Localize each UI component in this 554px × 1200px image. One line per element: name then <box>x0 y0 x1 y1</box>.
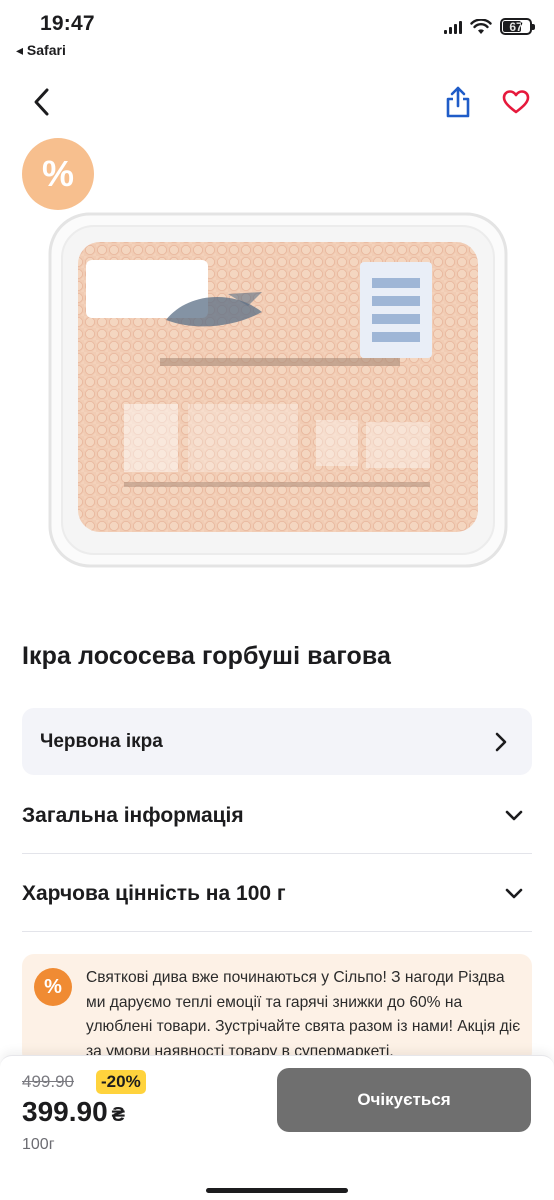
promo-percent-icon: % <box>34 968 72 1006</box>
home-indicator <box>206 1188 348 1193</box>
promo-text: Святкові дива вже починаються у Сільпо! … <box>86 969 521 1060</box>
chevron-down-icon <box>505 888 523 899</box>
back-button[interactable] <box>24 84 60 120</box>
price-value: 399.90 <box>22 1096 108 1127</box>
favorite-button[interactable] <box>498 84 534 120</box>
product-title: Ікра лососева горбуші вагова <box>22 642 392 670</box>
battery-icon: 67 <box>500 18 535 35</box>
wifi-icon <box>470 18 492 34</box>
general-info-accordion[interactable]: Загальна інформація <box>22 796 532 836</box>
chevron-right-icon <box>495 732 507 751</box>
price-bar: 499.90 -20% 399.90 ₴ 100г Очікується <box>0 1055 554 1200</box>
nutrition-accordion[interactable]: Харчова цінність на 100 г <box>22 874 532 914</box>
divider <box>22 853 532 854</box>
old-price: 499.90 <box>22 1072 74 1091</box>
share-button[interactable] <box>440 84 476 120</box>
share-icon <box>446 86 470 118</box>
status-time: 19:47 <box>40 12 95 35</box>
heart-icon <box>502 90 530 114</box>
signal-icon <box>444 20 462 34</box>
current-price: 399.90 ₴ <box>22 1096 125 1128</box>
discount-badge: % <box>22 138 94 210</box>
status-bar: 19:47 ◂ Safari 67 <box>0 0 554 66</box>
category-link[interactable]: Червона ікра <box>22 708 532 775</box>
currency-symbol: ₴ <box>111 1104 125 1126</box>
category-label: Червона ікра <box>40 730 163 752</box>
promo-banner: % Святкові дива вже починаються у Сільпо… <box>22 954 532 1064</box>
chevron-down-icon <box>505 810 523 821</box>
chevron-left-icon <box>34 88 49 116</box>
battery-level: 67 <box>509 19 523 34</box>
status-indicators: 67 <box>444 18 535 35</box>
expected-button[interactable]: Очікується <box>277 1068 531 1132</box>
nutrition-label: Харчова цінність на 100 г <box>22 882 286 905</box>
product-image <box>48 208 508 572</box>
discount-percent-badge: -20% <box>96 1070 146 1094</box>
salmon-roe-tray-image <box>48 212 508 568</box>
unit-weight: 100г <box>22 1136 55 1153</box>
divider <box>22 931 532 932</box>
percent-icon: % <box>41 153 74 194</box>
general-info-label: Загальна інформація <box>22 804 244 827</box>
back-to-safari-link[interactable]: ◂ Safari <box>16 42 66 59</box>
